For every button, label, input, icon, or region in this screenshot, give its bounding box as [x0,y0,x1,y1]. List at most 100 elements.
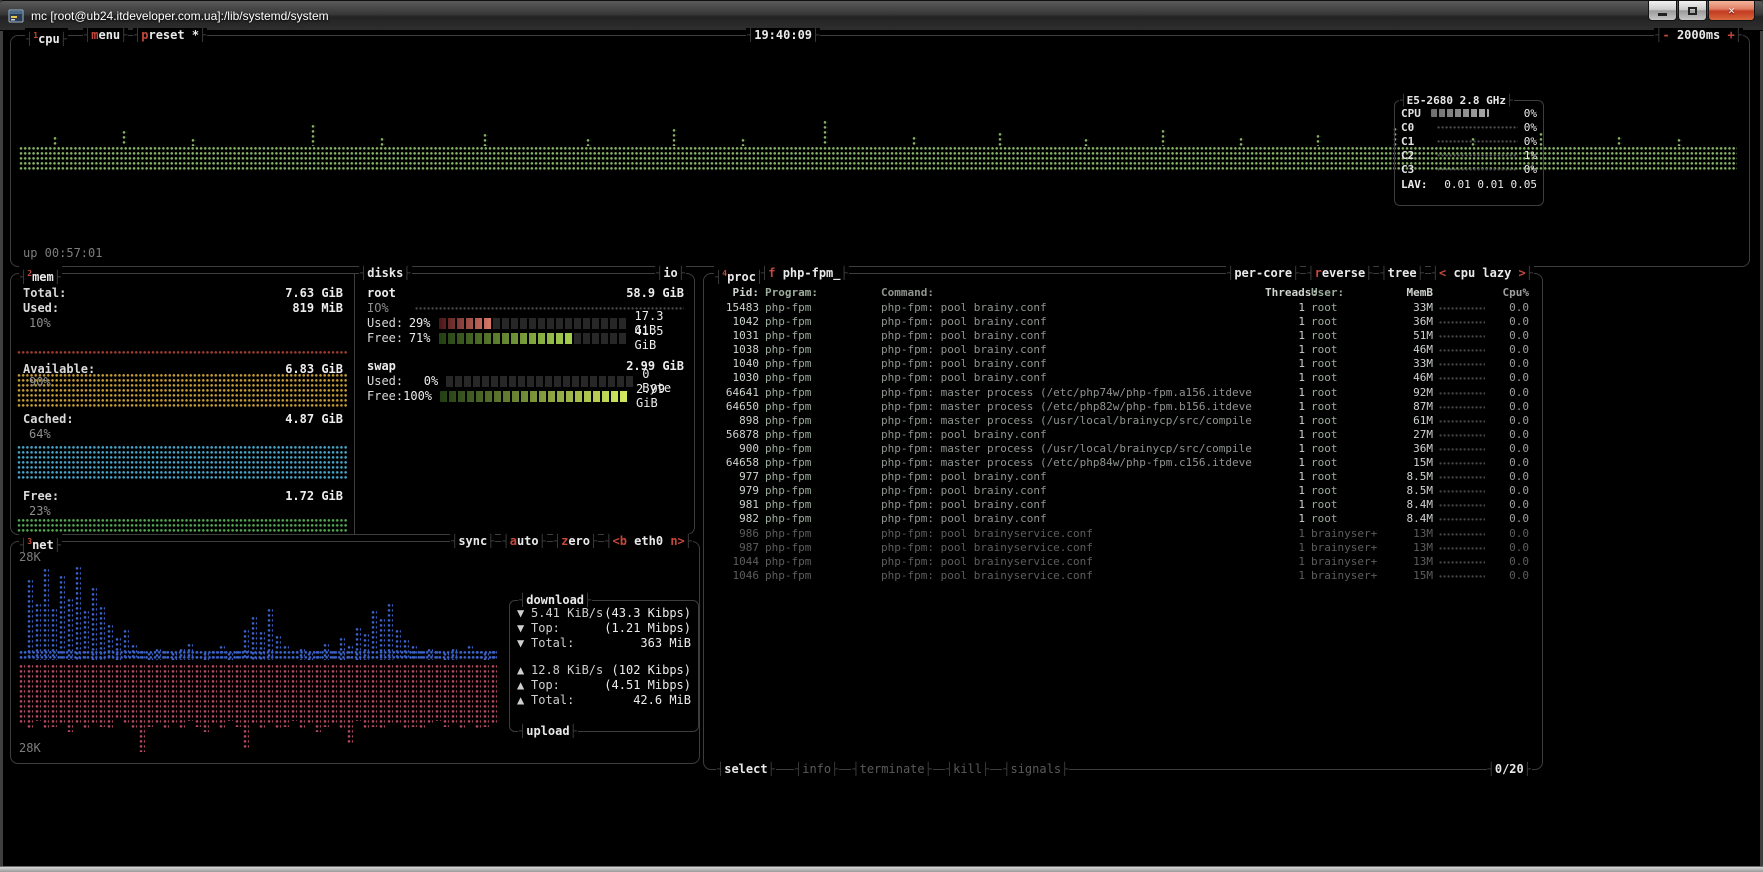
process-mem-graph [1439,484,1485,498]
process-threads: 1 [1265,315,1305,329]
mem-free-graph [17,518,347,532]
process-command: php-fpm: pool brainy.conf [881,301,1259,315]
core-value: 0% [1524,163,1537,176]
column-threads[interactable]: Threads: [1265,286,1305,300]
process-mem-graph [1439,569,1485,583]
disk-io-label: IO% [367,301,409,315]
cpu-graph-spike [998,132,1003,146]
signals-action[interactable]: signals [1002,762,1069,777]
net-download-graph [19,556,497,660]
process-row[interactable]: 15483 php-fpm php-fpm: pool brainy.conf … [705,301,1541,315]
process-mem-graph [1439,527,1485,541]
mem-free-label: Free: [23,489,59,503]
tree-toggle[interactable]: tree [1379,266,1424,281]
process-pid: 1042 [717,315,759,329]
sort-selector[interactable]: < cpu lazy > [1431,266,1534,281]
process-filter-input[interactable]: f php-fpm_ [760,266,849,281]
process-cpu: 0.0 [1491,343,1529,357]
process-mem: 15M [1387,569,1433,583]
process-cpu: 0.0 [1491,569,1529,583]
refresh-rate-control[interactable]: - 2000ms + [1654,28,1743,43]
process-cpu: 0.0 [1491,555,1529,569]
kill-action[interactable]: kill [945,762,990,777]
process-pid: 981 [717,498,759,512]
net-sync-toggle[interactable]: sync [450,534,495,549]
graph-column [163,664,169,728]
net-stat-value: 42.6 MiB [633,693,691,708]
net-download-title: download [518,593,592,608]
titlebar[interactable]: mc [root@ub24.itdeveloper.com.ua]:/lib/s… [0,1,1763,31]
column-cpu[interactable]: Cpu% [1491,286,1529,300]
process-pid: 64641 [717,386,759,400]
process-command: php-fpm: pool brainyservice.conf [881,541,1259,555]
cpu-panel-title[interactable]: 1cpu [25,28,68,43]
core-row: C1 0% [1395,134,1543,148]
menu-button[interactable]: menu [83,28,128,43]
maximize-button[interactable] [1678,1,1707,21]
process-user: brainyser+ [1311,541,1381,555]
load-average-label: LAV: [1401,178,1428,191]
column-mem[interactable]: MemB [1387,286,1433,300]
reverse-toggle[interactable]: reverse [1306,266,1373,281]
process-command: php-fpm: pool brainy.conf [881,428,1259,442]
process-row[interactable]: 979 php-fpm php-fpm: pool brainy.conf 1 … [705,484,1541,498]
column-command[interactable]: Command: [881,286,1259,300]
graph-column [139,664,145,752]
net-interface-selector[interactable]: <b eth0 n> [604,534,693,549]
net-panel-title[interactable]: 3net [19,534,62,549]
process-row[interactable]: 1040 php-fpm php-fpm: pool brainy.conf 1… [705,357,1541,371]
maximize-icon [1688,7,1697,15]
process-row[interactable]: 56878 php-fpm php-fpm: pool brainy.conf … [705,428,1541,442]
process-row[interactable]: 64650 php-fpm php-fpm: master process (/… [705,400,1541,414]
process-row[interactable]: 982 php-fpm php-fpm: pool brainy.conf 1 … [705,512,1541,526]
graph-column [395,664,401,725]
net-zero-toggle[interactable]: zero [553,534,598,549]
process-mem-graph [1439,442,1485,456]
cpu-graph-spike [1316,134,1321,146]
column-user[interactable]: User: [1311,286,1381,300]
mem-disks-divider [354,274,355,534]
process-row[interactable]: 1030 php-fpm php-fpm: pool brainy.conf 1… [705,371,1541,385]
net-panel: 3net sync auto zero <b eth0 n> 28K 28K d… [10,541,700,764]
proc-panel-title[interactable]: 4proc [714,266,764,281]
process-mem: 15M [1387,456,1433,470]
net-auto-toggle[interactable]: auto [501,534,546,549]
swap-free-percent: 100% [403,389,432,403]
net-stat-value: (4.51 Mibps) [604,678,691,693]
close-button[interactable]: ✕ [1708,1,1755,21]
process-row[interactable]: 64658 php-fpm php-fpm: master process (/… [705,456,1541,470]
process-user: root [1311,315,1381,329]
select-action[interactable]: select [716,762,776,777]
cpu-row-value: 0% [1524,107,1537,120]
process-table-header: Pid: Program: Command: Threads: User: Me… [705,286,1541,300]
process-user: root [1311,414,1381,428]
process-row[interactable]: 1042 php-fpm php-fpm: pool brainy.conf 1… [705,315,1541,329]
process-threads: 1 [1265,442,1305,456]
process-row[interactable]: 1031 php-fpm php-fpm: pool brainy.conf 1… [705,329,1541,343]
app-icon [8,8,24,24]
process-user: root [1311,512,1381,526]
mem-panel-title[interactable]: 2mem [19,266,62,281]
info-action[interactable]: info [794,762,839,777]
process-command: php-fpm: pool brainy.conf [881,512,1259,526]
process-row[interactable]: 986 php-fpm php-fpm: pool brainyservice.… [705,527,1541,541]
core-row: C2 1% [1395,149,1543,163]
process-row[interactable]: 64641 php-fpm php-fpm: master process (/… [705,386,1541,400]
process-mem: 51M [1387,329,1433,343]
preset-button[interactable]: preset * [133,28,207,43]
column-pid[interactable]: Pid: [717,286,759,300]
process-row[interactable]: 981 php-fpm php-fpm: pool brainy.conf 1 … [705,498,1541,512]
graph-column [291,664,297,721]
terminate-action[interactable]: terminate [851,762,933,777]
process-row[interactable]: 1038 php-fpm php-fpm: pool brainy.conf 1… [705,343,1541,357]
per-core-toggle[interactable]: per-core [1226,266,1300,281]
minimize-button[interactable] [1648,1,1677,21]
process-row[interactable]: 1044 php-fpm php-fpm: pool brainyservice… [705,555,1541,569]
process-row[interactable]: 898 php-fpm php-fpm: master process (/us… [705,414,1541,428]
process-row[interactable]: 1046 php-fpm php-fpm: pool brainyservice… [705,569,1541,583]
process-row[interactable]: 987 php-fpm php-fpm: pool brainyservice.… [705,541,1541,555]
process-row[interactable]: 900 php-fpm php-fpm: master process (/us… [705,442,1541,456]
process-command: php-fpm: pool brainy.conf [881,484,1259,498]
process-row[interactable]: 977 php-fpm php-fpm: pool brainy.conf 1 … [705,470,1541,484]
column-program[interactable]: Program: [765,286,875,300]
